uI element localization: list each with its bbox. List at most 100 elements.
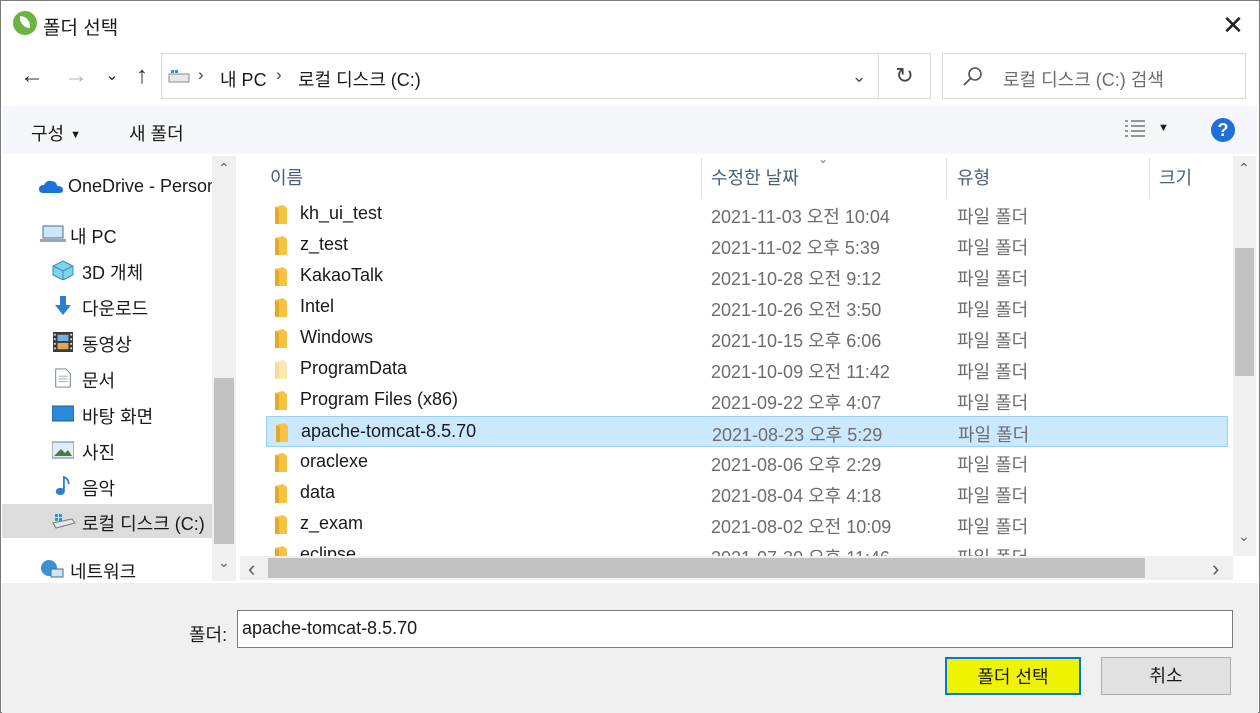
address-dropdown-chevron-icon[interactable]: ⌄	[839, 53, 879, 99]
sidebar-scroll-thumb[interactable]	[214, 378, 234, 544]
file-type: 파일 폴더	[957, 331, 1029, 351]
details-view-icon[interactable]	[1124, 118, 1146, 140]
help-icon[interactable]: ?	[1211, 118, 1235, 142]
file-name: ProgramData	[300, 358, 408, 378]
breadcrumb-my-pc[interactable]: 내 PC	[220, 66, 267, 92]
folder-icon	[275, 205, 287, 224]
horizontal-scroll-thumb[interactable]	[268, 558, 1145, 578]
file-modified-date: 2021-10-26 오전 3:50	[711, 300, 882, 320]
file-row[interactable]: Intel 2021-10-26 오전 3:50 파일 폴더	[266, 292, 1228, 323]
cloud-icon	[39, 180, 63, 193]
file-row[interactable]: oraclexe 2021-08-06 오후 2:29 파일 폴더	[266, 447, 1228, 478]
recent-locations-chevron-icon[interactable]: ⌄	[97, 61, 127, 91]
scroll-down-arrow-icon[interactable]: ⌄	[1238, 528, 1250, 545]
search-box[interactable]: 로컬 디스크 (C:) 검색	[942, 53, 1246, 99]
file-list-vertical-scrollbar[interactable]: ⌃ ⌄	[1233, 156, 1256, 556]
sidebar-item-documents[interactable]: 문서	[2, 361, 212, 395]
sidebar-item-music[interactable]: 음악	[2, 469, 212, 503]
sidebar-item-label: 네트워크	[70, 562, 137, 581]
sidebar-item-pictures[interactable]: 사진	[2, 433, 212, 467]
close-button[interactable]: ✕	[1213, 7, 1253, 43]
sidebar-item-local-disk[interactable]: 로컬 디스크 (C:)	[2, 504, 212, 538]
folder-name-input[interactable]: apache-tomcat-8.5.70	[237, 610, 1233, 648]
up-arrow-icon[interactable]: ↑	[127, 61, 157, 91]
title-bar: 폴더 선택 ✕	[1, 1, 1259, 51]
file-row[interactable]: z_exam 2021-08-02 오전 10:09 파일 폴더	[266, 509, 1228, 540]
sidebar-item-my-pc[interactable]: 내 PC	[2, 217, 212, 251]
file-modified-date: 2021-11-02 오후 5:39	[711, 238, 880, 258]
file-type: 파일 폴더	[957, 517, 1029, 537]
folder-icon	[275, 236, 287, 255]
file-type: 파일 폴더	[957, 362, 1029, 382]
file-row[interactable]: data 2021-08-04 오후 4:18 파일 폴더	[266, 478, 1228, 509]
breadcrumb-local-disk[interactable]: 로컬 디스크 (C:)	[298, 66, 421, 92]
back-arrow-icon[interactable]: ←	[17, 61, 47, 91]
column-header-name[interactable]: 이름	[270, 164, 303, 190]
sidebar-item-desktop[interactable]: 바탕 화면	[2, 397, 212, 431]
folder-field-label: 폴더:	[189, 625, 228, 645]
sidebar-item-network[interactable]: 네트워크	[2, 552, 212, 581]
new-folder-button[interactable]: 새 폴더	[129, 120, 184, 146]
folder-icon	[275, 298, 287, 317]
file-row[interactable]: Windows 2021-10-15 오후 6:06 파일 폴더	[266, 323, 1228, 354]
column-divider[interactable]	[701, 158, 702, 198]
breadcrumb-separator[interactable]: ›	[276, 65, 282, 85]
folder-icon	[275, 515, 287, 534]
sidebar-item-onedrive[interactable]: OneDrive - Personal	[2, 170, 231, 204]
file-type: 파일 폴더	[957, 486, 1029, 506]
cancel-button[interactable]: 취소	[1101, 657, 1231, 695]
file-modified-date: 2021-10-09 오전 11:42	[711, 362, 890, 382]
column-header-type[interactable]: 유형	[957, 164, 990, 190]
file-type: 파일 폴더	[957, 393, 1029, 413]
view-options-caret-icon[interactable]: ▼	[1158, 122, 1169, 134]
organize-menu-button[interactable]: 구성 ▼	[31, 120, 81, 146]
file-modified-date: 2021-08-04 오후 4:18	[711, 486, 882, 506]
folder-icon	[275, 484, 287, 503]
column-header-date[interactable]: 수정한 날짜	[711, 164, 799, 190]
scroll-left-arrow-icon[interactable]: ‹	[248, 556, 255, 581]
file-type: 파일 폴더	[957, 207, 1029, 227]
file-row[interactable]: Program Files (x86) 2021-09-22 오후 4:07 파일 …	[266, 385, 1228, 416]
sidebar-item-label: 3D 개체	[82, 263, 144, 283]
organize-label: 구성	[31, 124, 65, 144]
file-row[interactable]: apache-tomcat-8.5.70 2021-08-23 오후 5:29 파일…	[266, 416, 1228, 447]
search-placeholder[interactable]: 로컬 디스크 (C:) 검색	[1003, 66, 1164, 92]
address-bar[interactable]: › 내 PC › 로컬 디스크 (C:)	[161, 53, 879, 99]
sort-descending-icon: ⌄	[818, 156, 829, 166]
sidebar-item-videos[interactable]: 동영상	[2, 325, 212, 359]
drive-icon	[52, 514, 76, 529]
column-divider[interactable]	[946, 158, 947, 198]
file-type: 파일 폴더	[957, 300, 1029, 320]
vertical-scroll-thumb[interactable]	[1235, 248, 1254, 376]
sidebar-item-3d-objects[interactable]: 3D 개체	[2, 253, 212, 287]
file-name: Program Files (x86)	[300, 389, 459, 409]
scroll-up-arrow-icon[interactable]: ⌃	[1238, 160, 1250, 177]
sidebar-item-label: 동영상	[82, 335, 132, 355]
file-row[interactable]: z_test 2021-11-02 오후 5:39 파일 폴더	[266, 230, 1228, 261]
forward-arrow-icon[interactable]: →	[61, 61, 91, 91]
column-divider[interactable]	[1149, 158, 1150, 198]
file-name: z_test	[300, 234, 349, 254]
sidebar-scrollbar[interactable]: ⌃ ⌄	[212, 156, 236, 581]
sidebar-item-downloads[interactable]: 다운로드	[2, 289, 212, 323]
sidebar-item-label: OneDrive - Personal	[68, 176, 232, 196]
file-list-horizontal-scrollbar[interactable]: ‹ ›	[240, 556, 1233, 581]
file-row[interactable]: KakaoTalk 2021-10-28 오전 9:12 파일 폴더	[266, 261, 1228, 292]
scroll-right-arrow-icon[interactable]: ›	[1212, 556, 1219, 581]
file-row[interactable]: ProgramData 2021-10-09 오전 11:42 파일 폴더	[266, 354, 1228, 385]
file-name: kh_ui_test	[300, 203, 383, 223]
column-header-size[interactable]: 크기	[1159, 164, 1192, 190]
caret-down-icon: ▼	[70, 129, 82, 142]
file-row[interactable]: kh_ui_test 2021-11-03 오전 10:04 파일 폴더	[266, 199, 1228, 230]
scroll-up-arrow-icon[interactable]: ⌃	[218, 160, 230, 177]
file-type: 파일 폴더	[957, 269, 1029, 289]
refresh-icon[interactable]: ↻	[879, 53, 931, 99]
select-folder-button[interactable]: 폴더 선택	[945, 657, 1081, 695]
sidebar-item-label: 다운로드	[82, 299, 149, 319]
file-name: apache-tomcat-8.5.70	[301, 421, 477, 441]
sidebar-item-label: 내 PC	[70, 227, 117, 247]
sidebar-item-label: 문서	[82, 371, 116, 391]
scroll-down-arrow-icon[interactable]: ⌄	[218, 554, 230, 571]
breadcrumb-separator[interactable]: ›	[198, 65, 204, 85]
file-type: 파일 폴더	[957, 455, 1029, 475]
